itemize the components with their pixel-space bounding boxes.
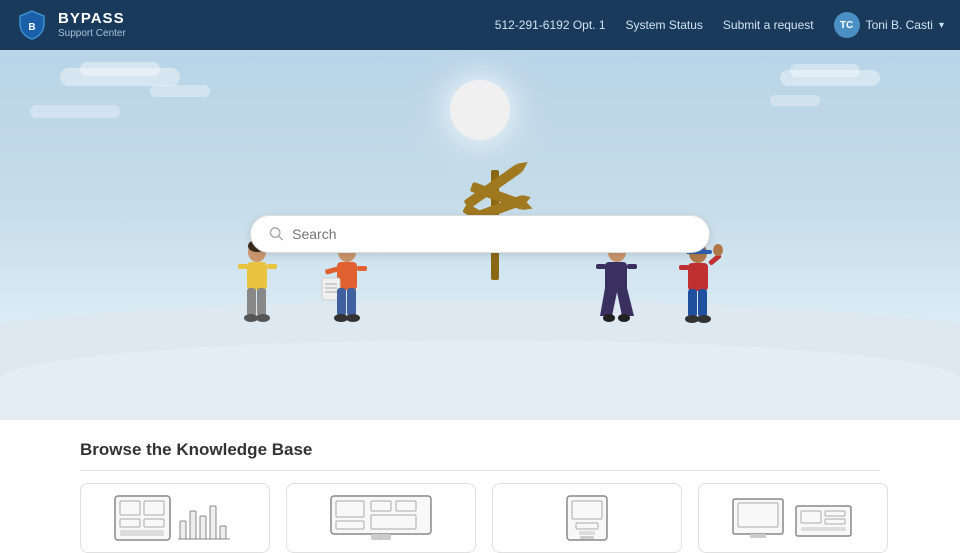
logo-bypass-label: BYPASS [58, 11, 126, 28]
user-name: Toni B. Casti [866, 18, 933, 32]
person-figure-3 [590, 240, 645, 360]
person-figure-1 [230, 240, 285, 360]
submit-request-link[interactable]: Submit a request [723, 18, 814, 32]
kb-card-1[interactable] [80, 483, 270, 553]
search-bar [250, 215, 710, 253]
cloud-6 [770, 95, 820, 106]
user-avatar: TC [834, 12, 860, 38]
user-menu[interactable]: TC Toni B. Casti ▾ [834, 12, 944, 38]
system-status-link[interactable]: System Status [626, 18, 703, 32]
person-figure-2 [320, 240, 375, 360]
ground-inner [0, 340, 960, 420]
browse-section: Browse the Knowledge Base [0, 420, 960, 540]
header-nav: 512-291-6192 Opt. 1 System Status Submit… [495, 12, 944, 38]
kb-card-3[interactable] [492, 483, 682, 553]
cloud-5 [790, 64, 860, 77]
person-figure-4 [670, 240, 730, 360]
cloud-2 [80, 62, 160, 76]
svg-text:B: B [28, 22, 35, 33]
cloud-7 [30, 105, 120, 118]
browse-title: Browse the Knowledge Base [80, 440, 880, 471]
logo-area[interactable]: B BYPASS Support Center [16, 9, 126, 41]
kb-card-4[interactable] [698, 483, 888, 553]
chevron-down-icon: ▾ [939, 20, 944, 31]
logo-text: BYPASS Support Center [58, 11, 126, 39]
bypass-shield-icon: B [16, 9, 48, 41]
cloud-3 [150, 85, 210, 97]
main-header: B BYPASS Support Center 512-291-6192 Opt… [0, 0, 960, 50]
hero-section [0, 50, 960, 420]
kb-cards-row [80, 483, 880, 553]
search-icon [269, 226, 284, 242]
logo-support-label: Support Center [58, 28, 126, 39]
kb-card-2[interactable] [286, 483, 476, 553]
phone-link[interactable]: 512-291-6192 Opt. 1 [495, 18, 606, 32]
search-input[interactable] [292, 226, 691, 242]
signpost [445, 110, 545, 295]
search-container [250, 215, 710, 253]
